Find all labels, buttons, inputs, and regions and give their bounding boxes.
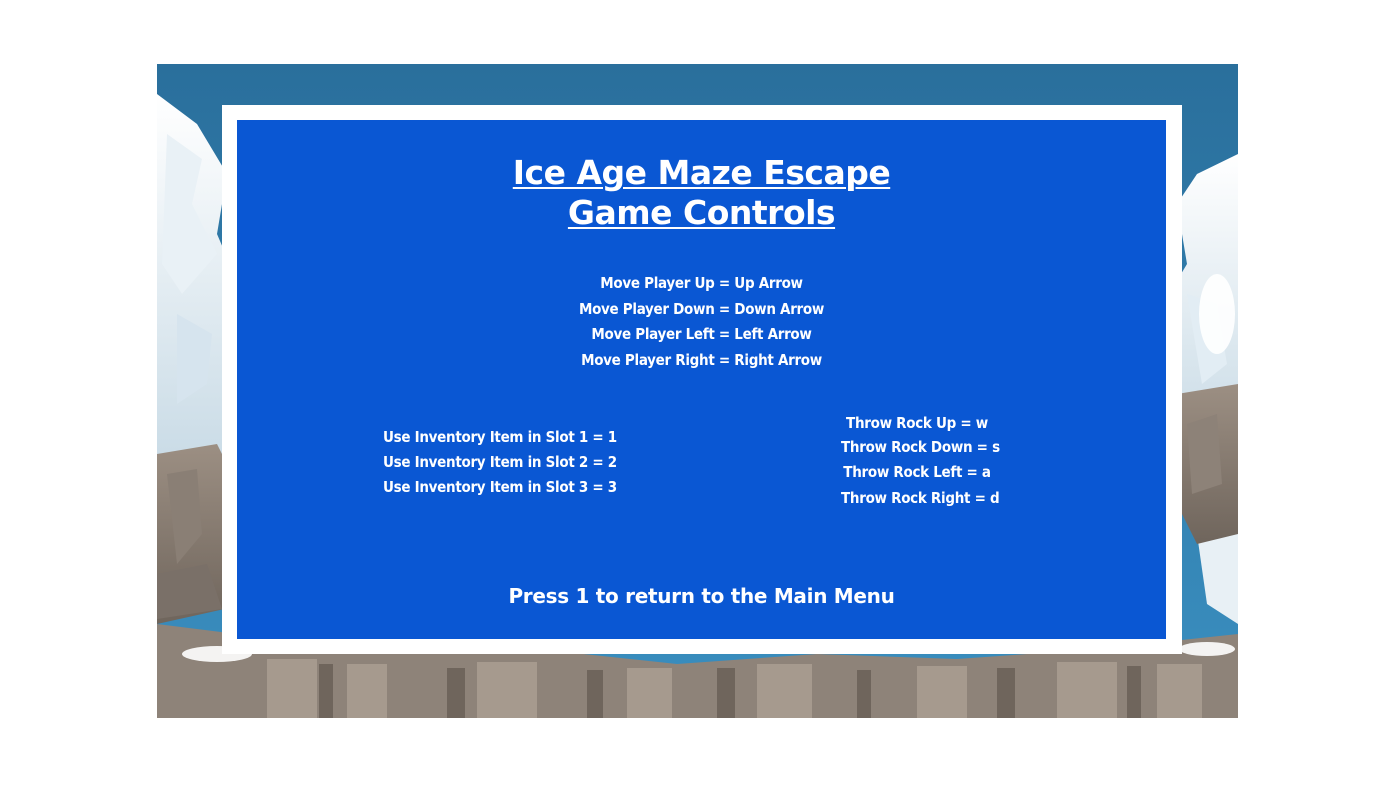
control-move-right: Move Player Right = Right Arrow [581, 351, 822, 369]
controls-dialog: Ice Age Maze Escape Game Controls Move P… [237, 120, 1166, 639]
page-title: Ice Age Maze Escape Game Controls [237, 153, 1166, 233]
control-inventory-slot-1: Use Inventory Item in Slot 1 = 1 [383, 428, 617, 446]
title-line-game-name: Ice Age Maze Escape [512, 153, 891, 192]
control-throw-up: Throw Rock Up = w [846, 414, 988, 432]
return-to-menu-prompt: Press 1 to return to the Main Menu [508, 584, 895, 608]
control-move-down: Move Player Down = Down Arrow [578, 300, 825, 318]
control-throw-left: Throw Rock Left = a [843, 463, 991, 481]
control-throw-right: Throw Rock Right = d [841, 489, 1000, 507]
control-throw-down: Throw Rock Down = s [841, 438, 1000, 456]
control-inventory-slot-3: Use Inventory Item in Slot 3 = 3 [383, 478, 617, 496]
control-inventory-slot-2: Use Inventory Item in Slot 2 = 2 [383, 453, 617, 471]
control-move-up: Move Player Up = Up Arrow [600, 274, 803, 292]
control-move-left: Move Player Left = Left Arrow [591, 325, 812, 343]
title-line-controls: Game Controls [567, 193, 836, 232]
controls-dialog-border: Ice Age Maze Escape Game Controls Move P… [222, 105, 1182, 654]
game-viewport: Ice Age Maze Escape Game Controls Move P… [157, 64, 1238, 718]
